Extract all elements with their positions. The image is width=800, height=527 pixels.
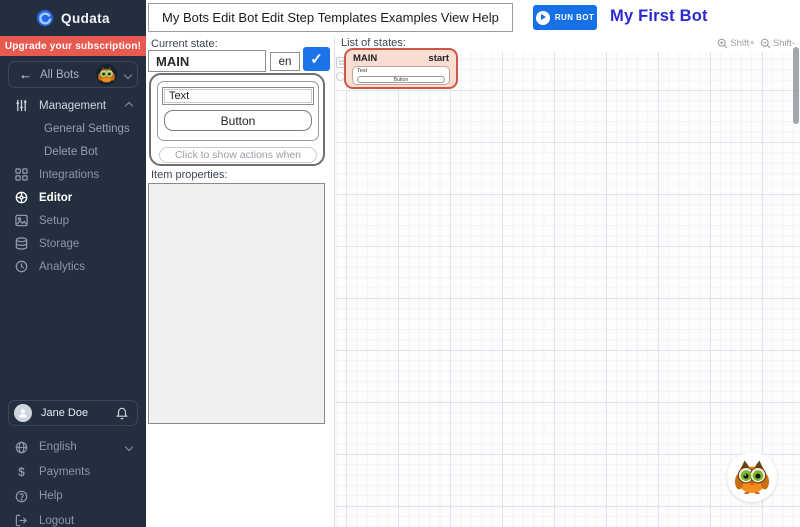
- state-node-preview: Text Button: [352, 66, 450, 85]
- state-editor-panel: Current state: en ✓ Text Button Click to…: [146, 36, 334, 527]
- sidebar-item-setup[interactable]: Setup: [0, 209, 146, 232]
- menu-item-examples[interactable]: Examples: [380, 10, 437, 25]
- sidebar-item-label: Logout: [39, 514, 75, 527]
- state-preview-card: Text Button Click to show actions when: [149, 73, 325, 166]
- sidebar-item-editor[interactable]: Editor: [0, 186, 146, 209]
- topbar: My Bots Edit Bot Edit Step Templates Exa…: [146, 0, 800, 36]
- sidebar-nav: Management General Settings Delete Bot I…: [0, 94, 146, 278]
- current-state-label: Current state:: [151, 38, 218, 50]
- logout-icon: [14, 513, 29, 527]
- image-icon: [14, 213, 29, 228]
- sidebar-item-label: Payments: [39, 465, 91, 478]
- question-circle-icon: [14, 489, 29, 504]
- chevron-up-icon: [124, 101, 134, 110]
- owl-mascot[interactable]: [727, 452, 777, 502]
- user-profile-button[interactable]: Jane Doe: [8, 400, 138, 426]
- play-icon: [535, 10, 550, 25]
- sliders-icon: [14, 98, 29, 113]
- vertical-scrollbar-thumb[interactable]: [793, 47, 799, 124]
- user-avatar-icon: [14, 404, 32, 422]
- bot-title: My First Bot: [610, 7, 708, 25]
- upgrade-banner[interactable]: Upgrade your subscription!: [0, 36, 146, 56]
- menu-bar: My Bots Edit Bot Edit Step Templates Exa…: [148, 3, 513, 32]
- sidebar-item-label: Setup: [39, 214, 70, 227]
- grid-icon: [14, 167, 29, 182]
- check-icon: ✓: [310, 51, 323, 68]
- state-name-input[interactable]: [148, 50, 266, 72]
- chevron-down-icon: [124, 443, 134, 452]
- sidebar-item-label: Management: [39, 99, 107, 112]
- menu-item-edit-bot[interactable]: Edit Bot: [212, 10, 258, 25]
- back-arrow-icon: ←: [19, 67, 32, 82]
- state-node-title: MAIN: [353, 53, 378, 64]
- sidebar-item-help[interactable]: Help: [0, 484, 146, 509]
- state-items-group: Text Button: [157, 81, 319, 141]
- item-properties-panel: [148, 183, 325, 424]
- sidebar-item-label: Editor: [39, 191, 73, 204]
- sidebar-item-storage[interactable]: Storage: [0, 232, 146, 255]
- zoom-controls: Shift+ Shift-: [717, 38, 795, 49]
- text-item[interactable]: Text: [162, 87, 314, 105]
- menu-item-view[interactable]: View: [441, 10, 469, 25]
- clock-icon: [14, 259, 29, 274]
- sidebar-item-label: Delete Bot: [44, 145, 98, 158]
- chevron-down-icon: [123, 70, 133, 79]
- qudata-logo-icon: [36, 9, 54, 27]
- state-node-text-item: Text: [357, 68, 368, 74]
- states-canvas: List of states: Shift+ Shift- MAIN start…: [334, 36, 800, 527]
- sidebar-item-integrations[interactable]: Integrations: [0, 163, 146, 186]
- state-node-button-item: Button: [357, 76, 445, 83]
- sidebar-item-label: Integrations: [39, 168, 100, 181]
- logo[interactable]: Qudata: [0, 0, 146, 36]
- sidebar-item-label: General Settings: [44, 122, 130, 135]
- bell-icon[interactable]: [116, 407, 128, 420]
- menu-item-edit-step[interactable]: Edit Step: [261, 10, 314, 25]
- sidebar-item-analytics[interactable]: Analytics: [0, 255, 146, 278]
- dollar-icon: $: [18, 464, 25, 479]
- sidebar-item-general-settings[interactable]: General Settings: [0, 117, 146, 140]
- run-bot-label: RUN BOT: [554, 13, 595, 22]
- zoom-out-label[interactable]: Shift-: [773, 38, 795, 49]
- sidebar-item-logout[interactable]: Logout: [0, 509, 146, 527]
- zoom-in-icon[interactable]: [717, 38, 728, 49]
- confirm-check-button[interactable]: ✓: [303, 47, 330, 71]
- logo-text: Qudata: [61, 10, 110, 26]
- item-properties-label: Item properties:: [151, 169, 228, 181]
- menu-item-help[interactable]: Help: [472, 10, 499, 25]
- button-item[interactable]: Button: [164, 110, 312, 131]
- sidebar-item-payments[interactable]: $ Payments: [0, 460, 146, 485]
- state-node-main[interactable]: MAIN start Text Button: [344, 48, 458, 89]
- zoom-out-icon[interactable]: [760, 38, 771, 49]
- state-node-start-badge: start: [428, 53, 449, 64]
- sidebar-footer-nav: English $ Payments Help Logout: [0, 435, 146, 527]
- globe-icon: [14, 440, 29, 455]
- sidebar-item-delete-bot[interactable]: Delete Bot: [0, 140, 146, 163]
- sidebar-item-label: Storage: [39, 237, 80, 250]
- app-screen: Qudata Upgrade your subscription! ← All …: [0, 0, 800, 527]
- sidebar: Qudata Upgrade your subscription! ← All …: [0, 0, 146, 527]
- show-actions-button[interactable]: Click to show actions when: [159, 147, 317, 163]
- sidebar-item-language[interactable]: English: [0, 435, 146, 460]
- language-select[interactable]: en: [270, 52, 300, 71]
- all-bots-button[interactable]: ← All Bots: [8, 61, 138, 88]
- user-name: Jane Doe: [41, 407, 89, 419]
- menu-item-templates[interactable]: Templates: [318, 10, 377, 25]
- sidebar-item-label: Analytics: [39, 260, 86, 273]
- sidebar-item-management[interactable]: Management: [0, 94, 146, 117]
- zoom-in-label[interactable]: Shift+: [730, 38, 755, 49]
- owl-icon: [734, 460, 770, 495]
- language-label: English: [39, 441, 77, 454]
- all-bots-label: All Bots: [40, 68, 79, 81]
- bot-avatar: [96, 64, 117, 85]
- wheel-icon: [14, 190, 29, 205]
- sidebar-item-label: Help: [39, 490, 63, 503]
- run-bot-button[interactable]: RUN BOT: [533, 5, 597, 30]
- database-icon: [14, 236, 29, 251]
- menu-item-my-bots[interactable]: My Bots: [162, 10, 209, 25]
